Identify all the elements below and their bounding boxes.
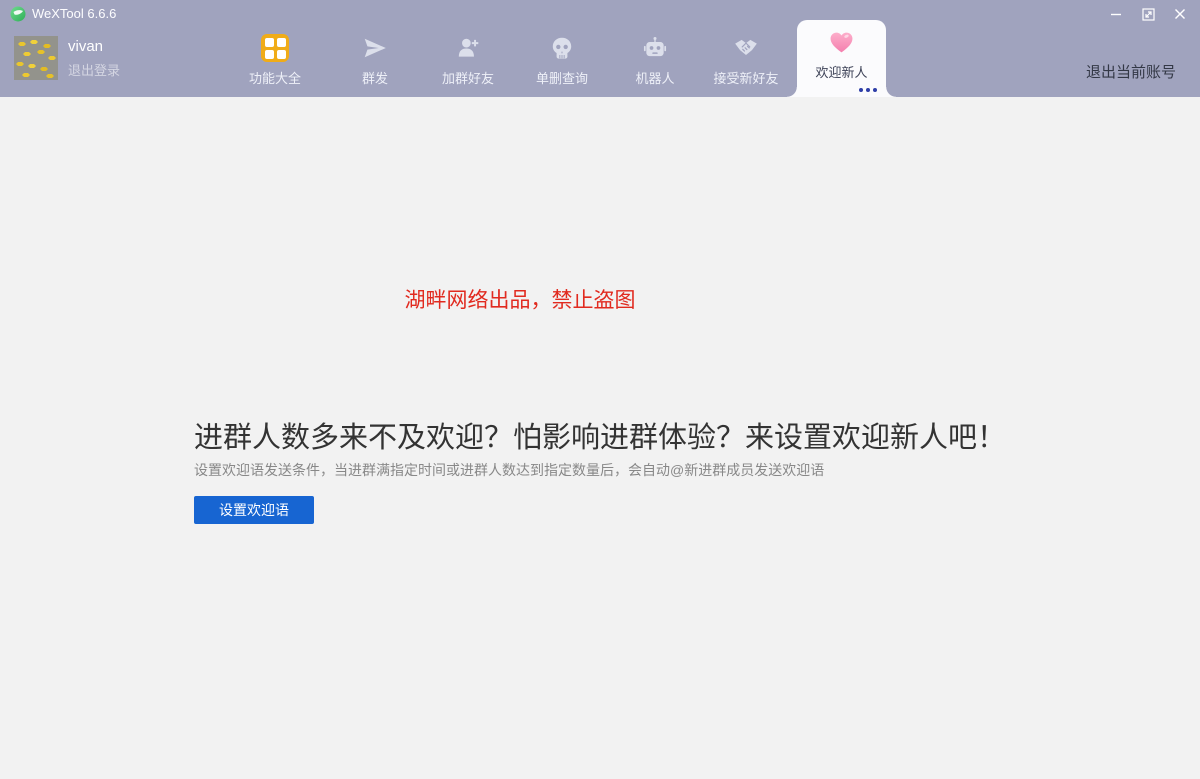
nav-item-robot[interactable]: 机器人 [607,32,703,87]
main-content: 湖畔网络出品，禁止盗图 进群人数多来不及欢迎？怕影响进群体验？来设置欢迎新人吧！… [0,97,1200,779]
heart-icon [797,31,886,59]
tab-welcome-new-members[interactable]: 欢迎新人 [797,20,886,97]
minimize-button[interactable] [1100,0,1132,28]
maximize-button[interactable] [1132,0,1164,28]
nav-item-add-group-friend[interactable]: 加群好友 [420,32,516,87]
app-logo-icon [10,6,26,22]
nav-label: 群发 [327,68,423,87]
tab-more-dots-icon[interactable] [859,88,877,92]
logout-account-button[interactable]: 退出当前账号 [1086,61,1176,82]
window-controls [1100,0,1196,28]
title-bar: WeXTool 6.6.6 [0,0,1200,28]
nav-item-accept-friends[interactable]: 接受新好友 [698,32,794,87]
grid-icon [227,32,323,64]
nav-label: 接受新好友 [698,68,794,87]
app-header: WeXTool 6.6.6 vivan 退出登 [0,0,1200,97]
logout-link[interactable]: 退出登录 [68,60,120,79]
tab-label: 欢迎新人 [797,62,886,81]
nav-label: 机器人 [607,68,703,87]
robot-icon [607,32,703,64]
user-name: vivan [68,38,103,55]
close-button[interactable] [1164,0,1196,28]
avatar[interactable] [14,36,58,80]
window-title: WeXTool 6.6.6 [32,0,116,28]
set-welcome-message-button[interactable]: 设置欢迎语 [194,496,314,524]
paper-plane-icon [327,32,423,64]
nav-item-features[interactable]: 功能大全 [227,32,323,87]
nav-item-mass-send[interactable]: 群发 [327,32,423,87]
skull-icon [514,32,610,64]
nav-item-delete-check[interactable]: 单删查询 [514,32,610,87]
watermark-text: 湖畔网络出品，禁止盗图 [405,284,636,314]
handshake-icon [698,32,794,64]
nav-label: 加群好友 [420,68,516,87]
nav-label: 功能大全 [227,68,323,87]
add-friend-icon [420,32,516,64]
page-description: 设置欢迎语发送条件，当进群满指定时间或进群人数达到指定数量后，会自动@新进群成员… [194,460,824,480]
page-headline: 进群人数多来不及欢迎？怕影响进群体验？来设置欢迎新人吧！ [194,414,1006,456]
nav-label: 单删查询 [514,68,610,87]
